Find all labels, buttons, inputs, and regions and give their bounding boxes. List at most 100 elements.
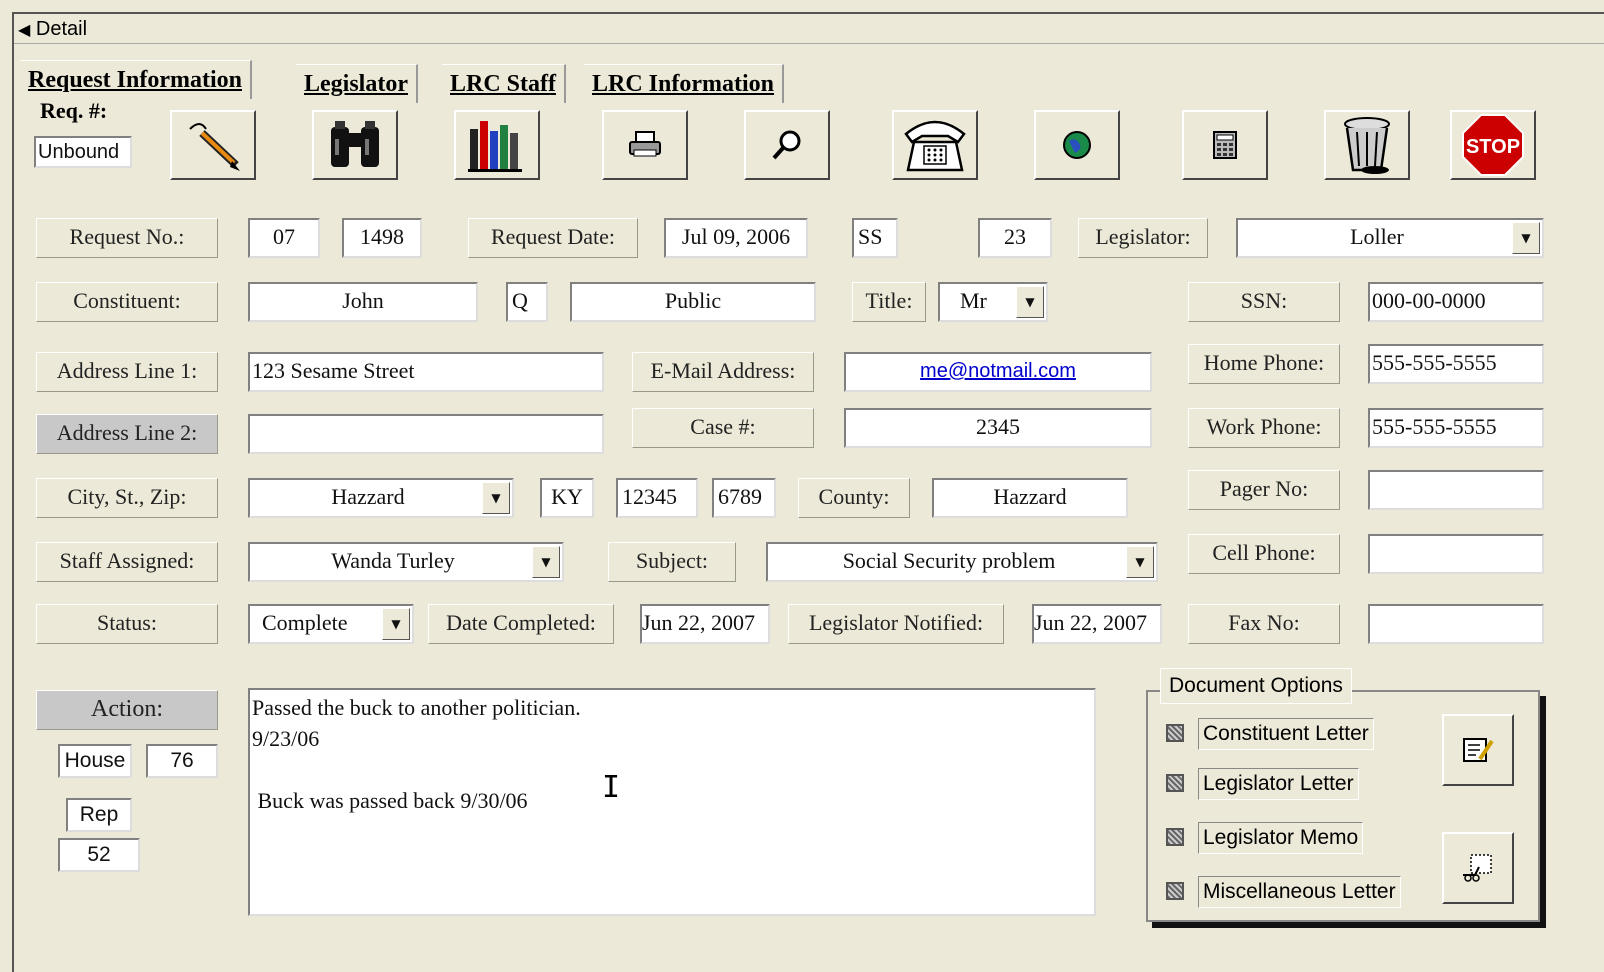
email-label: E-Mail Address: (632, 352, 814, 392)
email-field[interactable]: me@notmail.com (844, 352, 1152, 392)
staff-assigned-value: Wanda Turley (331, 548, 455, 573)
subject-value: Social Security problem (842, 548, 1056, 573)
zip-field[interactable]: 12345 (616, 478, 698, 518)
globe-icon (1063, 131, 1091, 159)
date-completed-field[interactable]: Jun 22, 2007 (640, 604, 770, 644)
chamber-field[interactable]: House (58, 744, 132, 778)
title-value: Mr (960, 288, 987, 313)
find-button[interactable] (312, 110, 398, 180)
case-label: Case #: (632, 408, 814, 448)
note-edit-icon (1463, 738, 1494, 762)
fax-field[interactable] (1368, 604, 1544, 644)
request-no-number-field[interactable]: 1498 (342, 218, 422, 258)
phone-button[interactable] (892, 110, 978, 180)
svg-text:STOP: STOP (1466, 136, 1520, 158)
address-line-1-label: Address Line 1: (36, 352, 218, 392)
section-title: Detail (35, 18, 88, 40)
print-button[interactable] (602, 110, 688, 180)
calculator-button[interactable] (1182, 110, 1268, 180)
zip4-field[interactable]: 6789 (712, 478, 776, 518)
legislator-notified-field[interactable]: Jun 22, 2007 (1032, 604, 1162, 644)
delete-button[interactable] (1324, 110, 1410, 180)
library-button[interactable] (454, 110, 540, 180)
home-phone-field[interactable]: 555-555-5555 (1368, 344, 1544, 384)
case-field[interactable]: 2345 (844, 408, 1152, 448)
constituent-letter-checkbox[interactable] (1166, 724, 1184, 742)
chevron-down-icon[interactable]: ▼ (1126, 546, 1154, 578)
section-header[interactable]: ◀ Detail (14, 14, 1604, 44)
mail-merge-button[interactable] (1442, 832, 1514, 904)
telephone-icon (904, 120, 966, 172)
address-line-2-field[interactable] (248, 414, 604, 454)
staff-assigned-dropdown[interactable]: Wanda Turley ▼ (248, 542, 564, 582)
req-number-label: Req. #: (40, 98, 108, 123)
legislator-label: Legislator: (1078, 218, 1208, 258)
status-dropdown[interactable]: Complete ▼ (248, 604, 414, 644)
status-value: Complete (262, 610, 348, 635)
chevron-down-icon[interactable]: ▼ (382, 608, 410, 640)
web-button[interactable] (1034, 110, 1120, 180)
tab-request-information[interactable]: Request Information (20, 60, 252, 99)
date-completed-label: Date Completed: (428, 604, 614, 644)
request-date-label: Request Date: (468, 218, 638, 258)
collapse-arrow-icon[interactable]: ◀ (18, 20, 30, 39)
district-field[interactable]: 23 (978, 218, 1052, 258)
subject-dropdown[interactable]: Social Security problem ▼ (766, 542, 1158, 582)
req-number-field[interactable]: Unbound (34, 136, 132, 168)
chevron-down-icon[interactable]: ▼ (532, 546, 560, 578)
ss-field[interactable]: SS (852, 218, 898, 258)
tab-legislator[interactable]: Legislator (296, 64, 418, 103)
last-name-field[interactable]: Public (570, 282, 816, 322)
action-label: Action: (36, 690, 218, 730)
request-date-field[interactable]: Jul 09, 2006 (664, 218, 808, 258)
chamber-number-field[interactable]: 76 (146, 744, 218, 778)
cell-phone-label: Cell Phone: (1188, 534, 1340, 574)
printer-icon (629, 131, 661, 157)
role-number-field[interactable]: 52 (58, 838, 140, 872)
subject-label: Subject: (608, 542, 736, 582)
pager-label: Pager No: (1188, 470, 1340, 510)
constituent-letter-label: Constituent Letter (1198, 718, 1374, 750)
pager-field[interactable] (1368, 470, 1544, 510)
action-textarea[interactable]: Passed the buck to another politician. 9… (248, 688, 1096, 916)
request-no-label: Request No.: (36, 218, 218, 258)
calculator-icon (1213, 131, 1237, 159)
request-no-year-field[interactable]: 07 (248, 218, 320, 258)
search-button[interactable] (744, 110, 830, 180)
status-label: Status: (36, 604, 218, 644)
cell-phone-field[interactable] (1368, 534, 1544, 574)
stop-button[interactable]: STOP (1450, 110, 1536, 180)
tab-lrc-staff[interactable]: LRC Staff (442, 64, 566, 103)
email-link[interactable]: me@notmail.com (920, 360, 1076, 382)
constituent-label: Constituent: (36, 282, 218, 322)
edit-button[interactable] (170, 110, 256, 180)
pen-icon (189, 123, 240, 171)
role-field[interactable]: Rep (66, 798, 132, 832)
chevron-down-icon[interactable]: ▼ (482, 482, 510, 514)
address-line-1-field[interactable]: 123 Sesame Street (248, 352, 604, 392)
city-dropdown[interactable]: Hazzard ▼ (248, 478, 514, 518)
city-state-zip-label: City, St., Zip: (36, 478, 218, 518)
chevron-down-icon[interactable]: ▼ (1512, 222, 1540, 254)
legislator-letter-checkbox[interactable] (1166, 774, 1184, 792)
miscellaneous-letter-checkbox[interactable] (1166, 882, 1184, 900)
work-phone-field[interactable]: 555-555-5555 (1368, 408, 1544, 448)
title-dropdown[interactable]: Mr ▼ (938, 282, 1048, 322)
county-field[interactable]: Hazzard (932, 478, 1128, 518)
middle-initial-field[interactable]: Q (506, 282, 548, 322)
legislator-notified-label: Legislator Notified: (788, 604, 1004, 644)
stop-icon: STOP (1462, 114, 1524, 176)
ssn-field[interactable]: 000-00-0000 (1368, 282, 1544, 322)
staff-assigned-label: Staff Assigned: (36, 542, 218, 582)
legislator-dropdown[interactable]: Loller ▼ (1236, 218, 1544, 258)
chevron-down-icon[interactable]: ▼ (1016, 286, 1044, 318)
ssn-label: SSN: (1188, 282, 1340, 322)
state-field[interactable]: KY (540, 478, 594, 518)
fax-label: Fax No: (1188, 604, 1340, 644)
binoculars-icon (331, 121, 379, 167)
title-label: Title: (852, 282, 926, 322)
first-name-field[interactable]: John (248, 282, 478, 322)
create-document-button[interactable] (1442, 714, 1514, 786)
legislator-memo-checkbox[interactable] (1166, 828, 1184, 846)
tab-lrc-information[interactable]: LRC Information (584, 64, 785, 103)
